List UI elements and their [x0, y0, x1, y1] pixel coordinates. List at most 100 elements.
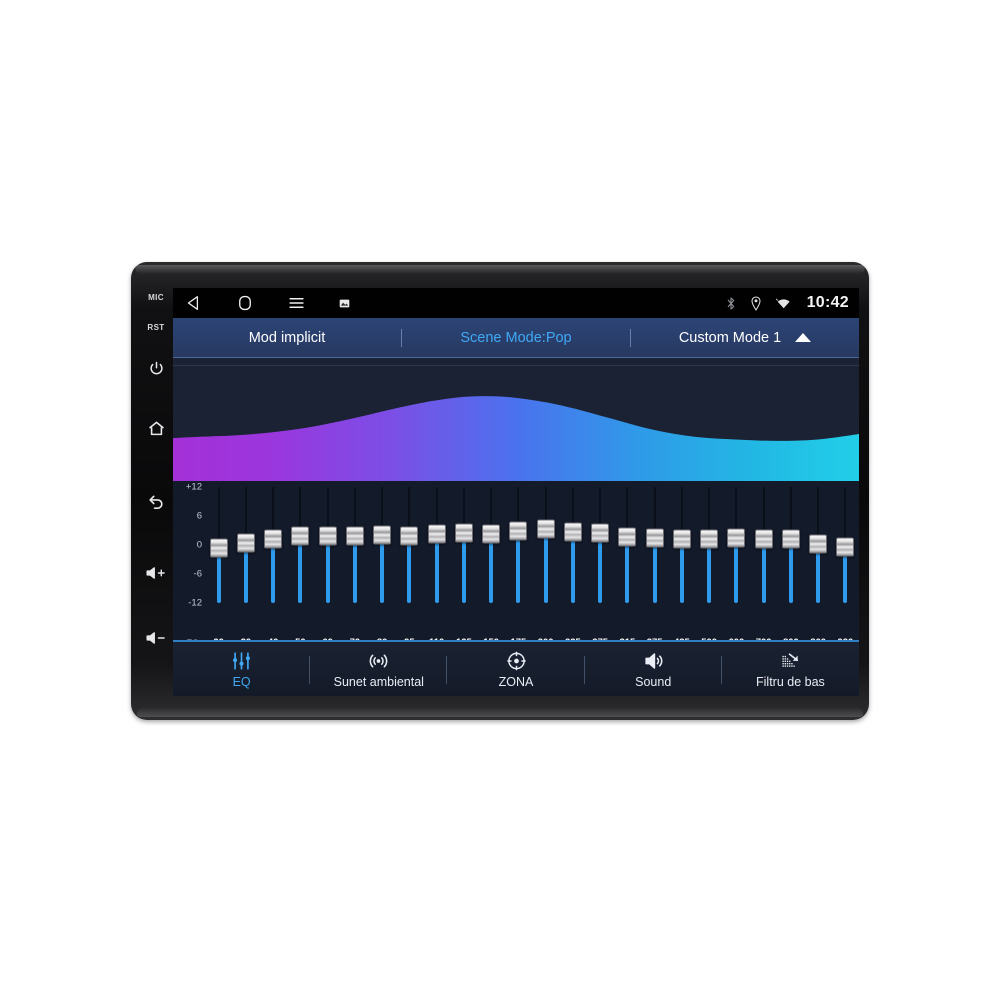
- band-knob[interactable]: [645, 528, 664, 548]
- bluetooth-icon: [725, 296, 737, 311]
- eq-band-slider[interactable]: [232, 487, 259, 603]
- home-icon[interactable]: [139, 392, 173, 464]
- eq-band-slider[interactable]: [423, 487, 450, 603]
- eq-mode-bar: Mod implicit Scene Mode:Pop Custom Mode …: [173, 318, 859, 358]
- eq-band-slider[interactable]: [668, 487, 695, 603]
- band-knob[interactable]: [591, 523, 610, 543]
- eq-band-slider[interactable]: [260, 487, 287, 603]
- band-knob[interactable]: [236, 533, 255, 553]
- band-fill: [407, 535, 412, 603]
- tab-sound[interactable]: Sound: [585, 642, 722, 696]
- band-knob[interactable]: [291, 526, 310, 546]
- band-knob[interactable]: [836, 537, 855, 557]
- eq-band-slider[interactable]: [396, 487, 423, 603]
- mode-default-button[interactable]: Mod implicit: [173, 330, 401, 346]
- mode-scene-button[interactable]: Scene Mode:Pop: [402, 330, 630, 346]
- db-axis: +12 6 0 -6 -12: [173, 481, 205, 635]
- bezel-key-column: MIC RST: [139, 284, 173, 700]
- home-nav-icon[interactable]: [236, 294, 254, 312]
- band-fill: [625, 536, 630, 603]
- eq-band-slider[interactable]: [341, 487, 368, 603]
- band-knob[interactable]: [427, 524, 446, 544]
- band-knob[interactable]: [700, 529, 719, 549]
- band-knob[interactable]: [509, 521, 528, 541]
- mode-custom-button[interactable]: Custom Mode 1: [631, 330, 859, 346]
- wifi-icon: [775, 296, 791, 310]
- tab-bass-filter[interactable]: Filtru de bas: [722, 642, 859, 696]
- band-knob[interactable]: [209, 538, 228, 558]
- menu-nav-icon[interactable]: [287, 294, 306, 312]
- band-knob[interactable]: [264, 529, 283, 549]
- eq-band-slider[interactable]: [587, 487, 614, 603]
- volume-up-icon[interactable]: [139, 538, 173, 608]
- eq-band-slider[interactable]: [614, 487, 641, 603]
- power-icon[interactable]: [139, 344, 173, 392]
- eq-curve-svg: [173, 396, 859, 481]
- eq-band-slider[interactable]: [450, 487, 477, 603]
- back-nav-icon[interactable]: [185, 294, 203, 312]
- eq-band-slider[interactable]: [369, 487, 396, 603]
- eq-band-slider[interactable]: [532, 487, 559, 603]
- tab-eq[interactable]: EQ: [173, 642, 311, 696]
- eq-band-slider[interactable]: [723, 487, 750, 603]
- tab-bass-filter-label: Filtru de bas: [756, 674, 825, 689]
- eq-band-slider[interactable]: [696, 487, 723, 603]
- car-head-unit-device: MIC RST 10:42 Mod implicit Scene Mode:Po…: [131, 262, 869, 720]
- tab-zone-label: ZONA: [498, 674, 534, 689]
- eq-band-slider[interactable]: [750, 487, 777, 603]
- eq-band-slider[interactable]: [205, 487, 232, 603]
- volume-down-icon[interactable]: [139, 608, 173, 668]
- band-knob[interactable]: [754, 529, 773, 549]
- band-knob[interactable]: [373, 525, 392, 545]
- chevron-up-icon[interactable]: [795, 333, 812, 342]
- band-fill: [516, 531, 521, 603]
- band-fill: [352, 535, 357, 603]
- eq-band-slider[interactable]: [478, 487, 505, 603]
- eq-band-slider[interactable]: [314, 487, 341, 603]
- band-knob[interactable]: [482, 524, 501, 544]
- band-knob[interactable]: [400, 526, 419, 546]
- band-knob[interactable]: [454, 523, 473, 543]
- band-knob[interactable]: [809, 534, 828, 554]
- bezel-mic-text: MIC: [148, 292, 164, 302]
- band-fill: [598, 533, 603, 603]
- band-fill: [271, 539, 276, 603]
- screenshot-nav-icon[interactable]: [339, 298, 350, 309]
- band-knob[interactable]: [727, 528, 746, 548]
- band-fill: [325, 536, 330, 603]
- bezel-rst-text: RST: [147, 322, 165, 332]
- band-fill: [761, 538, 766, 603]
- band-fill: [652, 538, 657, 603]
- android-nav-buttons: [185, 294, 350, 312]
- eq-band-slider[interactable]: [505, 487, 532, 603]
- band-fill: [298, 536, 303, 603]
- band-knob[interactable]: [563, 522, 582, 542]
- eq-band-slider[interactable]: [641, 487, 668, 603]
- tab-zone[interactable]: ZONA: [447, 642, 585, 696]
- eq-response-curve: [173, 358, 859, 481]
- bezel-rst-label[interactable]: RST: [139, 310, 173, 344]
- status-clock: 10:42: [806, 294, 849, 311]
- band-knob[interactable]: [781, 529, 800, 549]
- screenshot-canvas: MIC RST 10:42 Mod implicit Scene Mode:Po…: [0, 0, 1000, 1000]
- eq-band-slider[interactable]: [805, 487, 832, 603]
- eq-band-slider[interactable]: [777, 487, 804, 603]
- equalizer-icon: [230, 650, 253, 672]
- eq-band-slider[interactable]: [287, 487, 314, 603]
- surround-sound-icon: [367, 650, 390, 672]
- back-icon[interactable]: [139, 464, 173, 538]
- band-knob[interactable]: [672, 529, 691, 549]
- eq-sliders[interactable]: [205, 481, 859, 635]
- tab-surround[interactable]: Sunet ambiental: [310, 642, 448, 696]
- zone-target-icon: [505, 650, 528, 672]
- band-knob[interactable]: [345, 526, 364, 546]
- band-knob[interactable]: [536, 519, 555, 539]
- db-tick-plus12: +12: [185, 481, 202, 493]
- eq-band-slider[interactable]: [832, 487, 859, 603]
- band-knob[interactable]: [318, 526, 337, 546]
- bezel-mic-label[interactable]: MIC: [139, 284, 173, 310]
- bottom-tab-bar: EQ Sunet ambiental ZONA Sound Filtru de …: [173, 640, 859, 696]
- band-fill: [788, 539, 793, 603]
- band-knob[interactable]: [618, 527, 637, 547]
- eq-band-slider[interactable]: [559, 487, 586, 603]
